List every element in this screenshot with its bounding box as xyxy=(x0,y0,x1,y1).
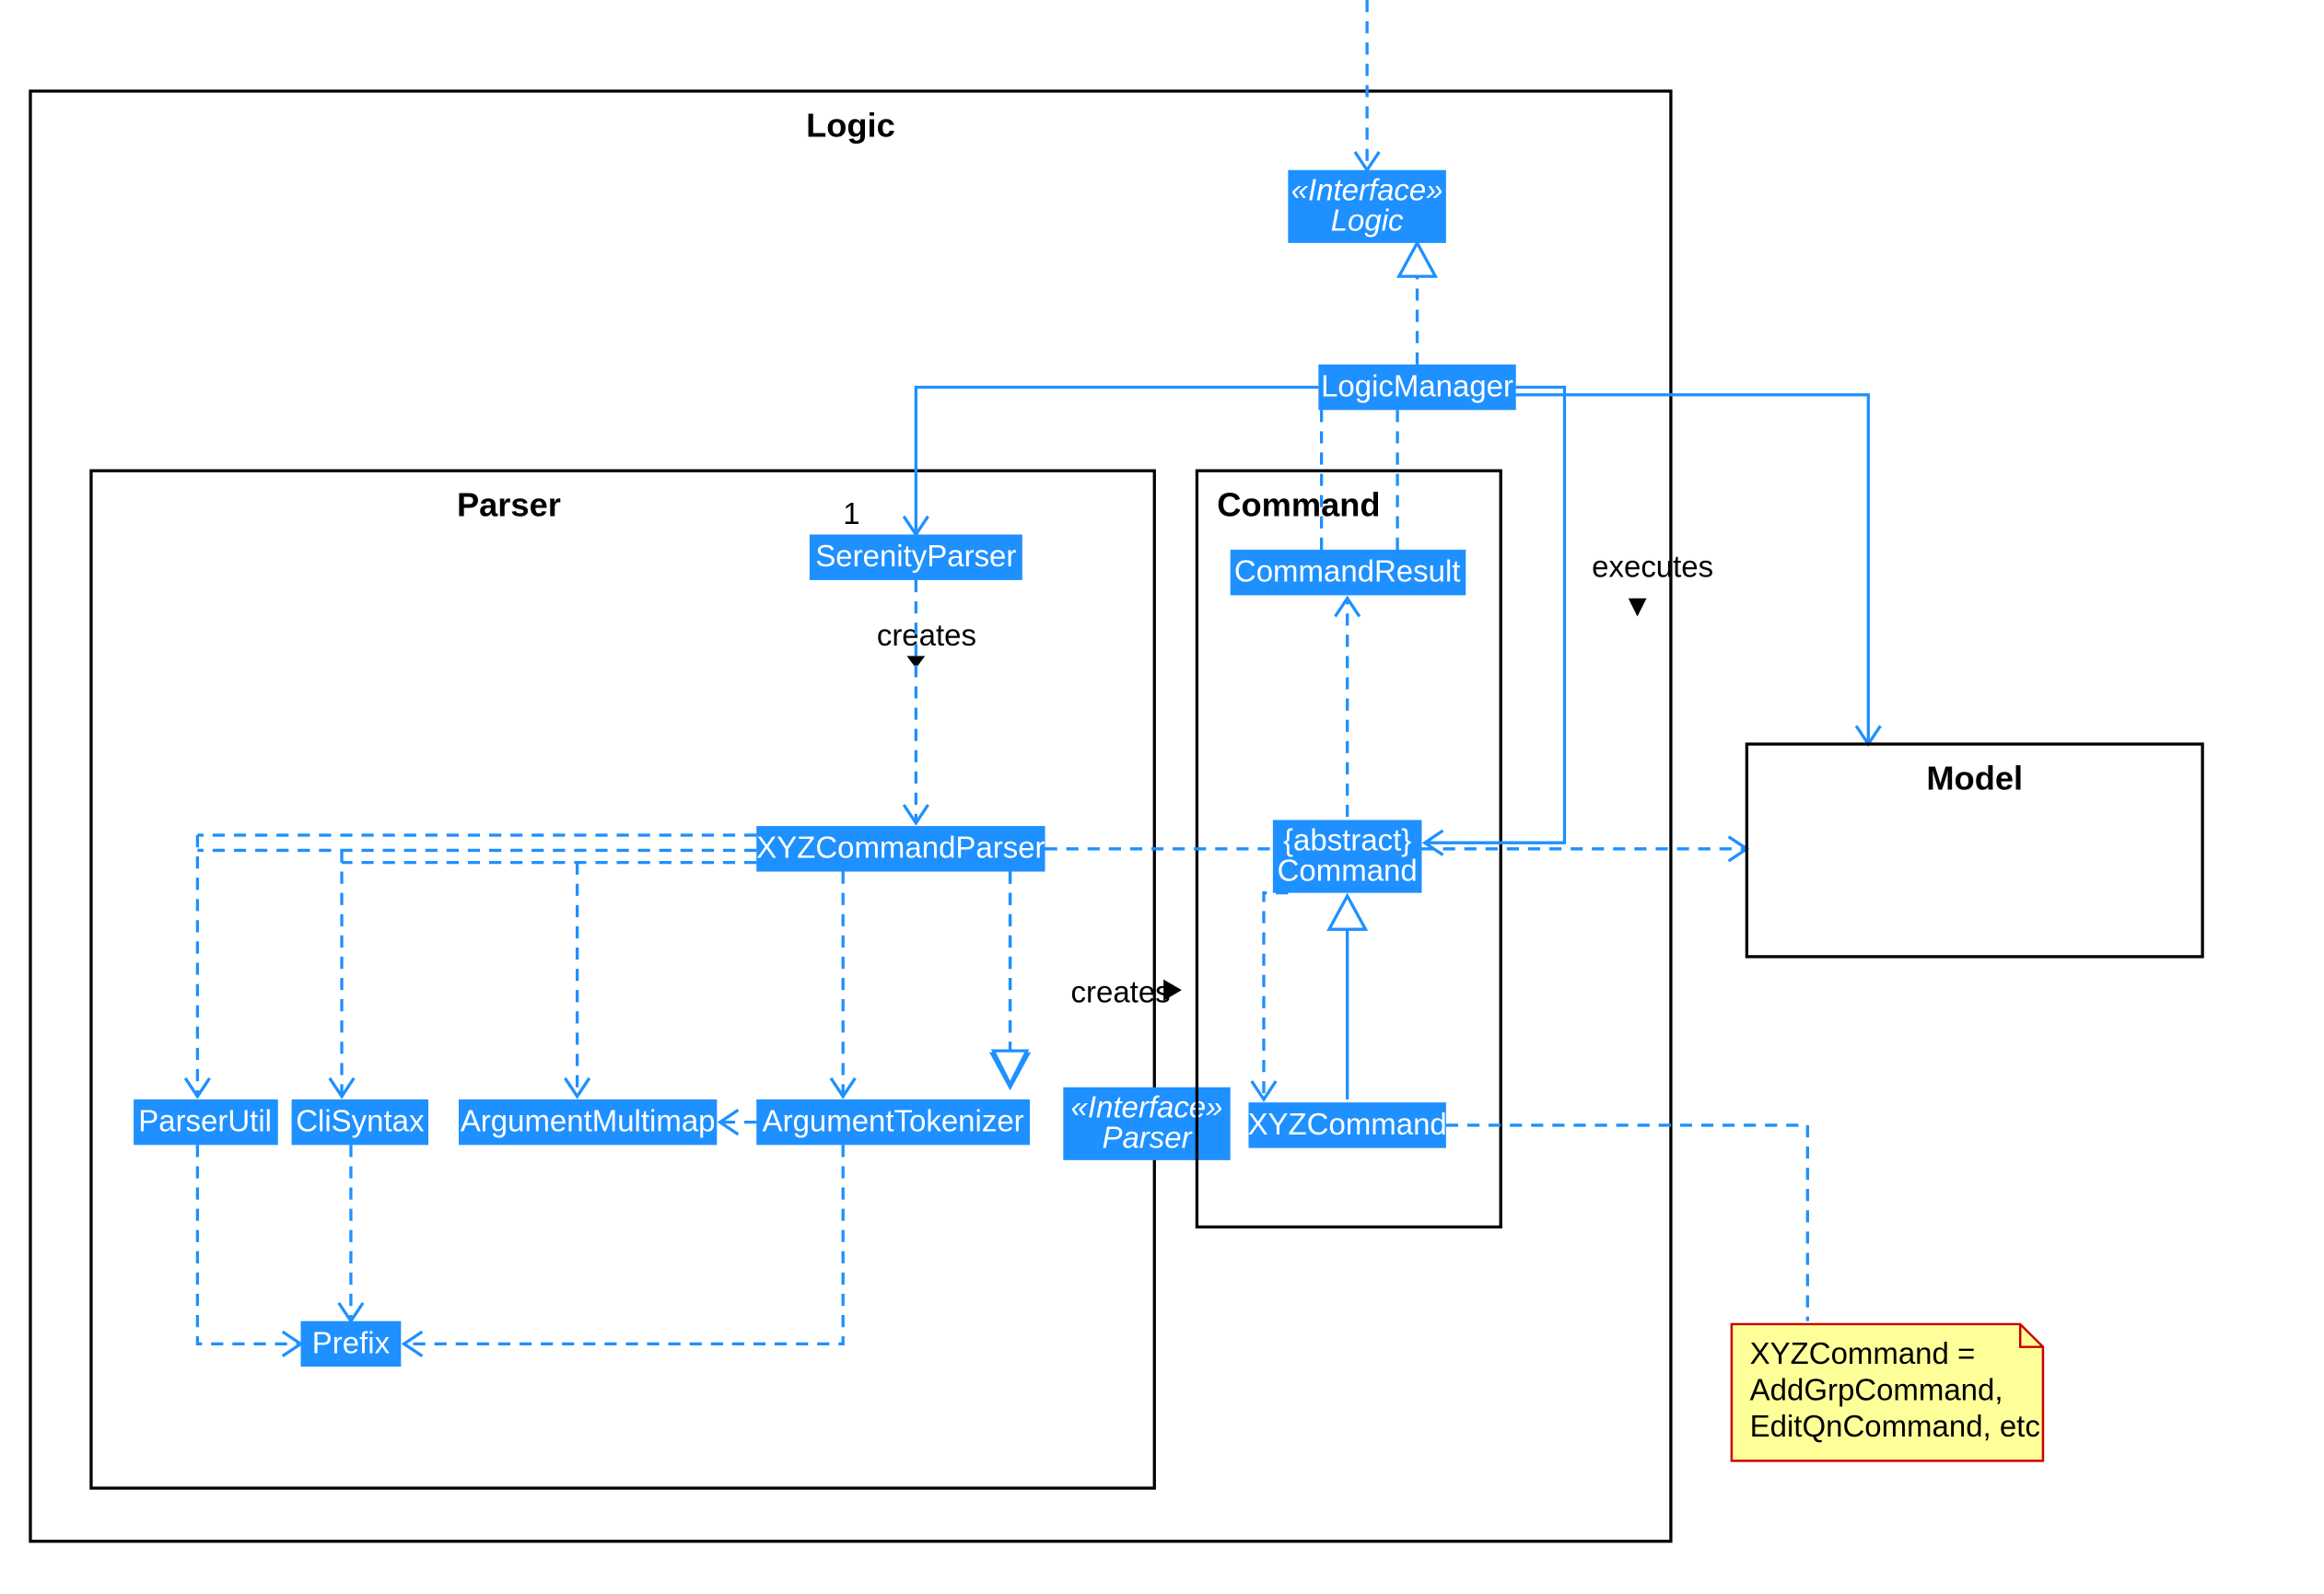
command-abstract-stereo: {abstract} xyxy=(1283,822,1411,856)
executes-label: executes xyxy=(1592,550,1713,584)
logic-frame xyxy=(30,91,1671,1542)
creates-arrow-2 xyxy=(1163,980,1182,1001)
logic-interface-stereo: «Interface» xyxy=(1291,173,1443,207)
parser-frame xyxy=(91,471,1154,1488)
command-abstract-name: Command xyxy=(1278,853,1418,887)
creates-label-1: creates xyxy=(877,618,976,652)
xyzcommandparser-label: XYZCommandParser xyxy=(756,831,1045,865)
xyzcommand-extends-command xyxy=(1329,896,1366,929)
xyzcommand-label: XYZCommand xyxy=(1248,1107,1447,1141)
note-line1: XYZCommand = xyxy=(1750,1336,1976,1370)
parserutil-label: ParserUtil xyxy=(138,1104,272,1138)
uml-diagram: Logic «Interface» Logic LogicManager Par… xyxy=(0,0,2324,1594)
logic-frame-title: Logic xyxy=(806,106,895,144)
commandresult-label: CommandResult xyxy=(1234,554,1461,588)
serenity-mult: 1 xyxy=(843,496,859,530)
creates-label-2: creates xyxy=(1071,974,1171,1008)
xyzcommand-note: XYZCommand = AddGrpCommand, EditQnComman… xyxy=(1732,1324,2043,1460)
note-line2: AddGrpCommand, xyxy=(1750,1372,2003,1406)
prefix-label: Prefix xyxy=(312,1325,391,1359)
executes-arrow xyxy=(1629,599,1647,617)
parser-frame-title: Parser xyxy=(457,486,561,524)
logic-interface-name: Logic xyxy=(1331,204,1404,238)
note-line3: EditQnCommand, etc xyxy=(1750,1409,2040,1443)
argmultimap-label: ArgumentMultimap xyxy=(461,1104,716,1138)
clisyntax-label: CliSyntax xyxy=(296,1104,425,1138)
logicmanager-realizes-logic xyxy=(1399,243,1436,276)
command-frame-title: Command xyxy=(1217,486,1380,524)
serenity-parser-label: SerenityParser xyxy=(815,539,1016,573)
parser-interface-name: Parser xyxy=(1102,1121,1193,1155)
parser-interface-stereo: «Interface» xyxy=(1071,1090,1223,1124)
logic-manager-label: LogicManager xyxy=(1321,368,1513,402)
argtokenizer-label: ArgumentTokenizer xyxy=(763,1104,1024,1138)
model-frame-title: Model xyxy=(1926,759,2023,797)
